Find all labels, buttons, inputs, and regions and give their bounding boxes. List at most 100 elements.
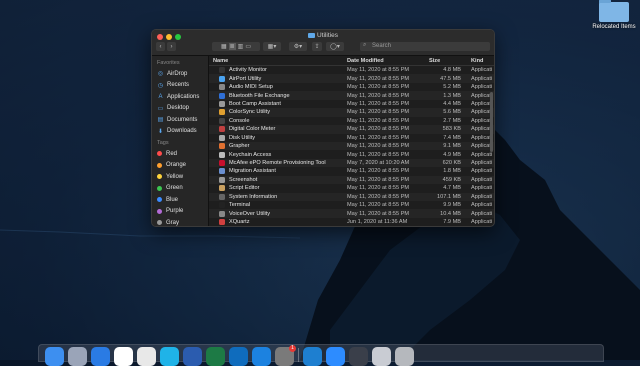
column-header-size[interactable]: Size	[429, 58, 471, 64]
table-row[interactable]: XQuartz Jun 1, 2020 at 11:36 AM 7.9 MB Appl…	[209, 218, 494, 226]
sidebar-item-label: AirDrop	[167, 70, 188, 77]
desktop-icon: ▭	[157, 105, 164, 112]
table-row[interactable]: Audio MIDI Setup May 11, 2020 at 8:55 PM 5…	[209, 83, 494, 91]
table-row[interactable]: Activity Monitor May 11, 2020 at 8:55 PM 4…	[209, 66, 494, 74]
share-button[interactable]: ⇪	[312, 42, 322, 51]
view-mode-segmented[interactable]: ▦ ≣ ▥ ▭	[212, 42, 260, 51]
date-cell: May 11, 2020 at 8:55 PM	[347, 92, 410, 99]
sidebar-item-downloads[interactable]: ⬇ Downloads	[152, 126, 208, 138]
forward-button[interactable]: ›	[167, 42, 176, 51]
zoom-icon[interactable]	[326, 347, 345, 366]
file-name: VoiceOver Utility	[229, 210, 271, 217]
date-cell: May 11, 2020 at 8:55 PM	[347, 67, 410, 74]
table-row[interactable]: Migration Assistant May 11, 2020 at 8:55 …	[209, 167, 494, 175]
sidebar-item-desktop[interactable]: ▭ Desktop	[152, 103, 208, 115]
kind-cell: Applicati	[471, 202, 493, 209]
outlook-icon[interactable]	[229, 347, 248, 366]
system-preferences-icon[interactable]: 1	[275, 345, 296, 366]
safari-icon[interactable]	[91, 347, 110, 366]
file-name: McAfee ePO Remote Provisioning Tool	[229, 160, 326, 167]
date-cell: May 11, 2020 at 8:55 PM	[347, 84, 410, 91]
file-name-cell: Terminal	[209, 202, 347, 209]
sidebar-item-documents[interactable]: ▤ Documents	[152, 114, 208, 126]
date-cell: May 11, 2020 at 8:55 PM	[347, 117, 410, 124]
table-row[interactable]: VoiceOver Utility May 11, 2020 at 8:55 PM…	[209, 209, 494, 218]
size-cell: 459 KB	[442, 176, 461, 183]
kind-cell: Applicati	[471, 84, 493, 91]
group-button[interactable]: ▦▾	[263, 42, 281, 51]
quicktime-icon[interactable]	[349, 347, 368, 366]
xcode-icon[interactable]	[252, 347, 271, 366]
file-name: Migration Assistant	[229, 168, 276, 175]
file-name: Bluetooth File Exchange	[229, 92, 290, 99]
trash-icon[interactable]	[395, 347, 414, 366]
sidebar-tag-yellow[interactable]: Yellow	[152, 171, 208, 183]
app-icon	[219, 143, 225, 150]
size-cell: 5.6 MB	[443, 109, 461, 116]
size-cell: 7.9 MB	[443, 219, 461, 226]
table-row[interactable]: Keychain Access May 11, 2020 at 8:55 PM 4.…	[209, 150, 494, 158]
notification-badge: 1	[289, 345, 296, 352]
column-header-date[interactable]: Date Modified	[347, 58, 429, 64]
date-cell: May 11, 2020 at 8:55 PM	[347, 193, 410, 200]
table-row[interactable]: Disk Utility May 11, 2020 at 8:55 PM 7.4 M…	[209, 134, 494, 142]
launchpad-icon[interactable]	[68, 347, 87, 366]
tags-button[interactable]: ◯▾	[326, 42, 344, 51]
search-input[interactable]: ⌕ Search	[360, 42, 490, 51]
preview-icon[interactable]	[372, 347, 391, 366]
table-row[interactable]: Digital Color Meter May 11, 2020 at 8:55 …	[209, 125, 494, 134]
table-row[interactable]: ColorSync Utility May 11, 2020 at 8:55 PM…	[209, 108, 494, 117]
file-name: Terminal	[229, 202, 251, 209]
app-icon	[219, 160, 225, 167]
column-view-icon[interactable]: ▥	[238, 43, 244, 50]
pycharm-icon[interactable]	[160, 347, 179, 366]
sidebar-tag-blue[interactable]: Blue	[152, 194, 208, 206]
table-row[interactable]: Terminal May 11, 2020 at 8:55 PM 9.9 MB App…	[209, 201, 494, 209]
icon-view-icon[interactable]: ▦	[221, 43, 227, 50]
sidebar-tag-gray[interactable]: Gray	[152, 217, 208, 226]
tag-label: Green	[166, 185, 183, 192]
sidebar-tag-orange[interactable]: Orange	[152, 160, 208, 172]
chevron-left-icon: ‹	[159, 43, 162, 50]
column-header-name[interactable]: Name	[209, 58, 347, 64]
size-cell: 4.8 MB	[443, 67, 461, 74]
vscode-icon[interactable]	[303, 347, 322, 366]
airdrop-icon: ◎	[157, 71, 164, 78]
table-row[interactable]: McAfee ePO Remote Provisioning Tool May 7…	[209, 158, 494, 168]
folder-icon	[599, 0, 629, 22]
sidebar-tag-purple[interactable]: Purple	[152, 206, 208, 218]
sidebar-item-recents[interactable]: ◷ Recents	[152, 80, 208, 92]
gallery-view-icon[interactable]: ▭	[245, 43, 251, 50]
size-cell: 620 KB	[442, 160, 461, 167]
date-cell: May 11, 2020 at 8:55 PM	[347, 75, 410, 82]
word-icon[interactable]	[183, 347, 202, 366]
finder-icon[interactable]	[45, 347, 64, 366]
list-view-icon[interactable]: ≣	[228, 43, 236, 50]
file-name: Disk Utility	[229, 134, 256, 141]
finder-window[interactable]: Utilities ‹ › ▦ ≣ ▥ ▭ ▦▾ ⚙▾ ⇪ ◯▾ ⌕ Searc…	[151, 29, 495, 227]
scrollbar[interactable]	[490, 92, 493, 152]
slack-icon[interactable]	[114, 347, 133, 366]
table-row[interactable]: Grapher May 11, 2020 at 8:55 PM 9.1 MB Appl…	[209, 141, 494, 151]
desktop-item-relocated-items[interactable]: Relocated Items	[588, 0, 640, 30]
action-button[interactable]: ⚙▾	[289, 42, 307, 51]
back-button[interactable]: ‹	[156, 42, 165, 51]
column-header-kind[interactable]: Kind	[471, 58, 494, 64]
table-row[interactable]: AirPort Utility May 11, 2020 at 8:55 PM 47…	[209, 74, 494, 83]
sidebar-item-applications[interactable]: A Applications	[152, 91, 208, 103]
table-row[interactable]: Screenshot May 11, 2020 at 8:55 PM 459 KB A…	[209, 175, 494, 185]
app-icon	[219, 84, 225, 91]
table-row[interactable]: Console May 11, 2020 at 8:55 PM 2.7 MB Appl…	[209, 117, 494, 125]
chrome-icon[interactable]	[137, 347, 156, 366]
table-row[interactable]: Boot Camp Assistant May 11, 2020 at 8:55 …	[209, 100, 494, 108]
app-icon	[219, 100, 225, 107]
table-row[interactable]: Script Editor May 11, 2020 at 8:55 PM 4.7 …	[209, 184, 494, 192]
size-cell: 1.8 MB	[443, 168, 461, 175]
sidebar-tag-red[interactable]: Red	[152, 148, 208, 160]
sidebar-item-airdrop[interactable]: ◎ AirDrop	[152, 68, 208, 80]
tag-dot-icon	[157, 185, 162, 191]
table-row[interactable]: Bluetooth File Exchange May 11, 2020 at 8…	[209, 91, 494, 100]
excel-icon[interactable]	[206, 347, 225, 366]
sidebar-tag-green[interactable]: Green	[152, 183, 208, 195]
table-row[interactable]: System Information May 11, 2020 at 8:55 P…	[209, 192, 494, 201]
